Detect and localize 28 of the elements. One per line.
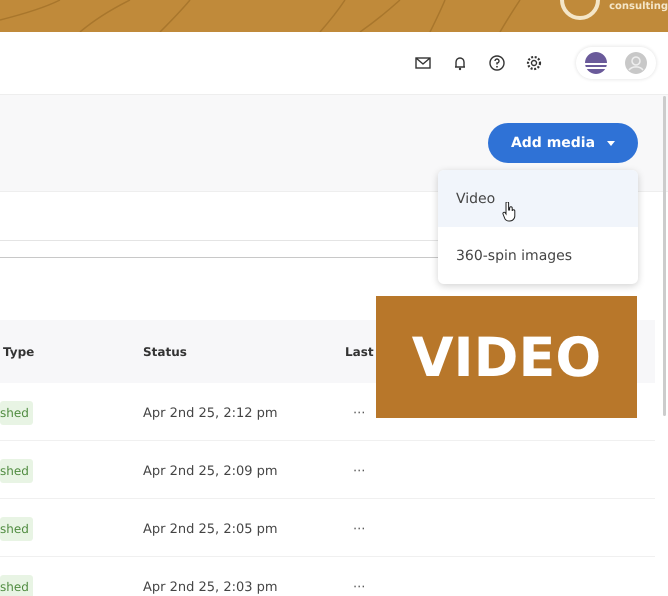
hand-cursor-icon — [502, 202, 516, 222]
status-badge: shed — [0, 575, 33, 596]
caret-icon — [607, 140, 616, 146]
table-cell: Apr 2nd 25, 2:09 pm — [143, 464, 278, 479]
avatar-icon — [624, 51, 648, 75]
status-badge: shed — [0, 459, 33, 483]
flag-icon — [584, 51, 608, 75]
account-pill[interactable] — [576, 47, 656, 79]
column-header: Last — [345, 344, 375, 358]
menu-item[interactable]: 360-spin images — [438, 227, 638, 284]
column-header: Status — [143, 344, 188, 358]
logo-text: consulting — [609, 1, 668, 12]
more-actions[interactable]: ··· — [345, 522, 366, 537]
video-caption: VIDEO — [376, 296, 637, 418]
scrollbar[interactable] — [663, 96, 666, 416]
table-cell: Apr 2nd 25, 2:05 pm — [143, 522, 278, 537]
more-actions[interactable]: ··· — [345, 580, 366, 595]
menu-item[interactable]: Video — [438, 170, 638, 227]
more-actions[interactable]: ··· — [345, 406, 366, 421]
table-cell: Apr 2nd 25, 2:03 pm — [143, 580, 278, 595]
settings-icon[interactable] — [525, 54, 543, 72]
add-media-button[interactable]: Add media — [488, 123, 638, 163]
more-actions[interactable]: ··· — [345, 464, 366, 479]
table-cell: Apr 2nd 25, 2:12 pm — [143, 406, 278, 421]
status-badge: shed — [0, 517, 33, 541]
column-header: Type — [2, 344, 36, 358]
status-badge: shed — [0, 401, 33, 425]
help-icon[interactable] — [488, 54, 506, 72]
